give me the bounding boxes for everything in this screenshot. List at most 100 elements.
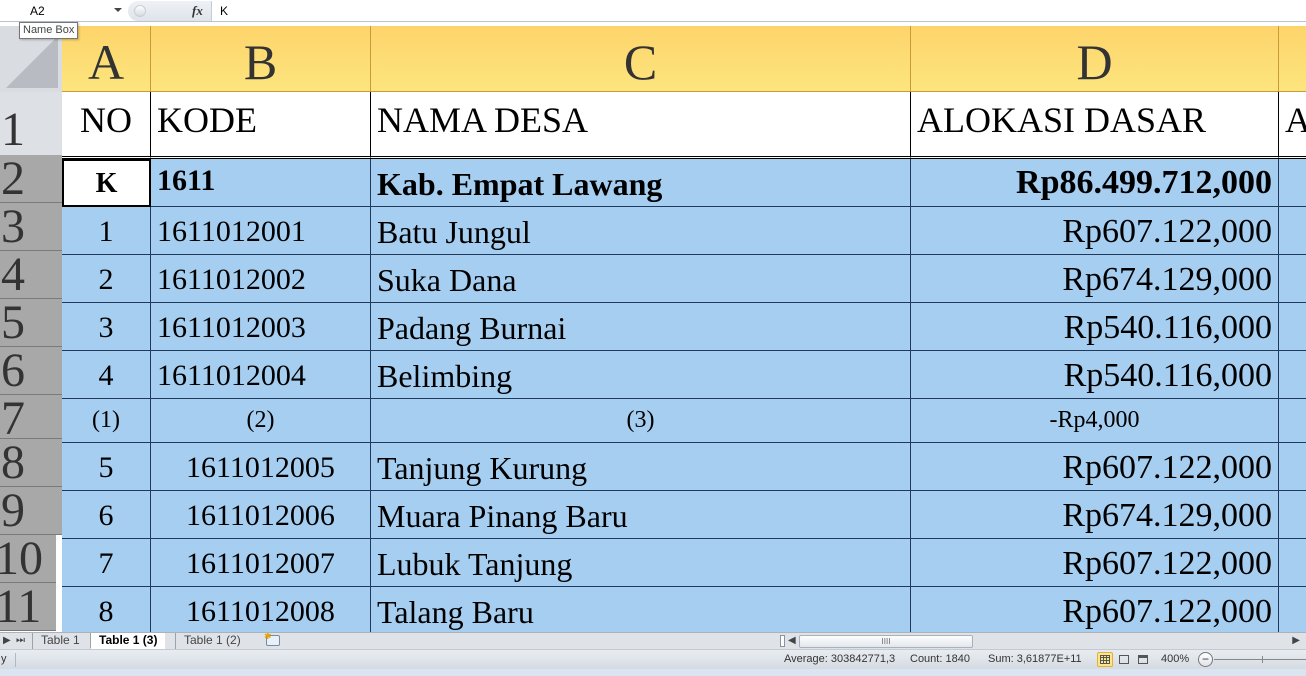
- cell-empty[interactable]: [1279, 443, 1306, 491]
- cell-no[interactable]: 7: [62, 539, 151, 587]
- cell-nama[interactable]: Muara Pinang Baru: [371, 491, 911, 539]
- cell-kode[interactable]: 1611012007: [151, 539, 371, 587]
- row-header-8[interactable]: 8: [0, 439, 62, 487]
- cell-d2[interactable]: Rp86.499.712,000: [911, 159, 1279, 207]
- next-sheet-icon[interactable]: ▶: [3, 635, 11, 646]
- page-layout-view-button[interactable]: [1116, 652, 1132, 667]
- cell-no[interactable]: 3: [62, 303, 151, 351]
- insert-sheet-icon: ✱: [264, 631, 272, 641]
- cell-empty[interactable]: [1279, 255, 1306, 303]
- cell-kode[interactable]: 1611012008: [151, 587, 371, 632]
- cell-kode[interactable]: 1611012004: [151, 351, 371, 399]
- cell-kode[interactable]: 1611012006: [151, 491, 371, 539]
- cell-c1[interactable]: NAMA DESA: [371, 92, 911, 159]
- cell-no[interactable]: 1: [62, 207, 151, 255]
- cell-e2[interactable]: [1279, 159, 1306, 207]
- row-header-11[interactable]: 11: [0, 583, 56, 631]
- row-header-3[interactable]: 3: [0, 203, 62, 251]
- row-header-6[interactable]: 6: [0, 347, 62, 395]
- select-all-icon: [6, 36, 58, 88]
- cell-alokasi[interactable]: Rp607.122,000: [911, 587, 1279, 632]
- row-header-10[interactable]: 10: [0, 535, 56, 583]
- row-header-5[interactable]: 5: [0, 299, 62, 347]
- cell-a1[interactable]: NO: [62, 92, 151, 159]
- horizontal-scrollbar[interactable]: ◀ IIII ▶: [780, 634, 1306, 649]
- scroll-right-icon[interactable]: ▶: [1292, 635, 1300, 646]
- cell-b2[interactable]: 1611: [151, 159, 371, 207]
- zoom-slider[interactable]: [1214, 659, 1306, 660]
- name-box[interactable]: A2: [0, 1, 126, 21]
- name-box-dropdown-icon[interactable]: [114, 8, 122, 12]
- status-mode: y: [0, 653, 16, 667]
- zoom-level[interactable]: 400%: [1161, 653, 1189, 665]
- insert-sheet-button[interactable]: ✱: [264, 631, 280, 646]
- spreadsheet-grid: A B C D 1 2 3 4 5 6 7 8 9 10 11 NO KODE …: [0, 26, 1306, 632]
- cell-alokasi[interactable]: Rp674.129,000: [911, 491, 1279, 539]
- cell-nama[interactable]: Talang Baru: [371, 587, 911, 632]
- cell-kode[interactable]: 1611012001: [151, 207, 371, 255]
- cell-empty[interactable]: [1279, 399, 1306, 443]
- row-header-2[interactable]: 2: [0, 155, 62, 203]
- scroll-left-icon[interactable]: ◀: [788, 635, 796, 646]
- formula-bar-resize-handle[interactable]: [134, 5, 146, 17]
- tab-split-handle[interactable]: [780, 635, 785, 647]
- cell-kode[interactable]: 1611012002: [151, 255, 371, 303]
- cell-d1[interactable]: ALOKASI DASAR: [911, 92, 1279, 159]
- row-header-7[interactable]: 7: [0, 395, 62, 439]
- cell-kode[interactable]: 1611012003: [151, 303, 371, 351]
- cell-nama[interactable]: Batu Jungul: [371, 207, 911, 255]
- scroll-thumb[interactable]: IIII: [799, 635, 973, 648]
- normal-view-icon: [1100, 655, 1110, 664]
- cell-alokasi[interactable]: -Rp4,000: [911, 399, 1279, 443]
- cell-nama[interactable]: Belimbing: [371, 351, 911, 399]
- cell-empty[interactable]: [1279, 351, 1306, 399]
- cell-alokasi[interactable]: Rp607.122,000: [911, 443, 1279, 491]
- cell-empty[interactable]: [1279, 539, 1306, 587]
- cell-nama[interactable]: Tanjung Kurung: [371, 443, 911, 491]
- cell-c2[interactable]: Kab. Empat Lawang: [371, 159, 911, 207]
- formula-bar: A2 fx K: [0, 0, 1306, 22]
- row-header-4[interactable]: 4: [0, 251, 62, 299]
- cell-alokasi[interactable]: Rp540.116,000: [911, 351, 1279, 399]
- cell-nama[interactable]: Padang Burnai: [371, 303, 911, 351]
- row-header-9[interactable]: 9: [0, 487, 62, 535]
- cell-no[interactable]: 5: [62, 443, 151, 491]
- cell-no[interactable]: 2: [62, 255, 151, 303]
- formula-input[interactable]: K: [214, 1, 1306, 21]
- page-break-icon: [1138, 655, 1148, 664]
- cell-no[interactable]: 6: [62, 491, 151, 539]
- cell-alokasi[interactable]: Rp540.116,000: [911, 303, 1279, 351]
- column-header-c[interactable]: C: [371, 26, 911, 92]
- cell-kode[interactable]: (2): [151, 399, 371, 443]
- cell-alokasi[interactable]: Rp607.122,000: [911, 539, 1279, 587]
- last-sheet-icon[interactable]: ⏭: [16, 635, 25, 646]
- cell-no[interactable]: (1): [62, 399, 151, 443]
- cell-empty[interactable]: [1279, 303, 1306, 351]
- cell-nama[interactable]: Suka Dana: [371, 255, 911, 303]
- page-layout-icon: [1119, 655, 1129, 664]
- normal-view-button[interactable]: [1097, 652, 1113, 667]
- cell-empty[interactable]: [1279, 207, 1306, 255]
- cell-nama[interactable]: (3): [371, 399, 911, 443]
- column-header-d[interactable]: D: [911, 26, 1279, 92]
- column-header-e[interactable]: [1279, 26, 1306, 92]
- cell-alokasi[interactable]: Rp607.122,000: [911, 207, 1279, 255]
- cell-a2-selected[interactable]: K: [62, 159, 151, 207]
- cell-no[interactable]: 8: [62, 587, 151, 632]
- sheet-tab-table-1[interactable]: Table 1: [32, 633, 88, 649]
- cell-b1[interactable]: KODE: [151, 92, 371, 159]
- cell-empty[interactable]: [1279, 491, 1306, 539]
- cell-kode[interactable]: 1611012005: [151, 443, 371, 491]
- cell-alokasi[interactable]: Rp674.129,000: [911, 255, 1279, 303]
- cell-e1[interactable]: A: [1279, 92, 1306, 159]
- sheet-tab-table-1-2[interactable]: Table 1 (2): [175, 633, 249, 649]
- page-break-view-button[interactable]: [1135, 652, 1151, 667]
- insert-function-icon[interactable]: fx: [192, 3, 203, 19]
- column-header-b[interactable]: B: [151, 26, 371, 92]
- row-header-1[interactable]: 1: [0, 92, 62, 159]
- zoom-out-button[interactable]: −: [1198, 652, 1213, 667]
- sheet-tab-table-1-3[interactable]: Table 1 (3): [90, 633, 166, 649]
- cell-empty[interactable]: [1279, 587, 1306, 632]
- cell-nama[interactable]: Lubuk Tanjung: [371, 539, 911, 587]
- cell-no[interactable]: 4: [62, 351, 151, 399]
